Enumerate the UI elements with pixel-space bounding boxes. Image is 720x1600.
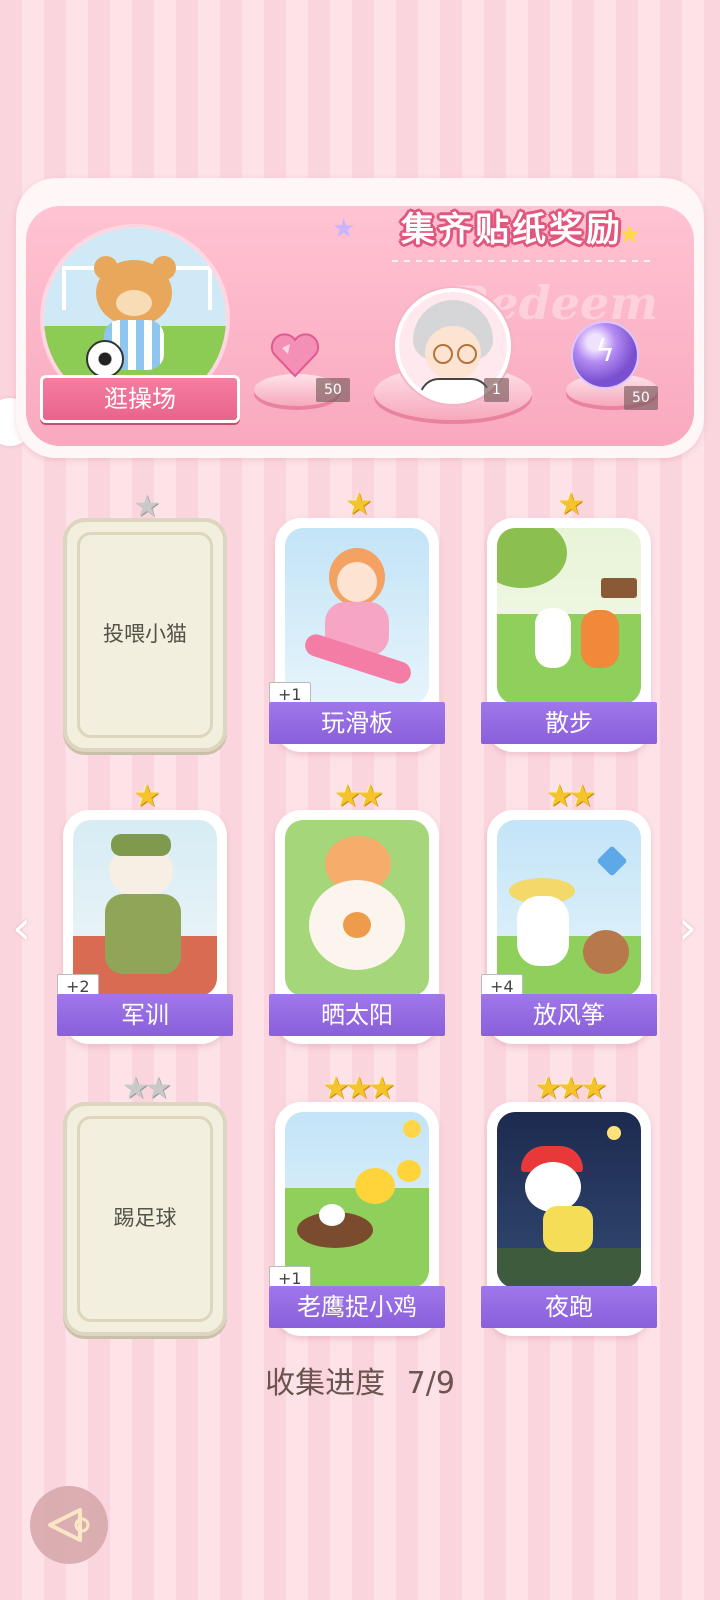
- reward-quantity: 50: [316, 378, 350, 402]
- star-icon: ★★: [546, 779, 596, 814]
- pink-heart-gem-icon[interactable]: [270, 332, 320, 378]
- back-arrow-icon: [48, 1508, 90, 1542]
- sticker-card-locked[interactable]: ★★ 踢足球: [63, 1072, 227, 1336]
- card-art-walk: [497, 528, 641, 704]
- sticker-card-locked[interactable]: ★ 投喂小猫: [63, 490, 227, 752]
- card-art-kite: [497, 820, 641, 996]
- card-title: 玩滑板: [269, 702, 445, 744]
- star-rating: ★: [275, 488, 439, 522]
- collection-progress: 收集进度 7/9: [0, 1358, 720, 1402]
- reward-quantity: 50: [624, 386, 658, 410]
- progress-value: 7/9: [406, 1366, 455, 1401]
- card-art-night-run: [497, 1112, 641, 1288]
- prev-page-arrow-icon[interactable]: ‹: [12, 900, 31, 956]
- star-icon: ★★: [122, 1071, 172, 1106]
- star-icon: ★★★: [534, 1071, 608, 1106]
- card-title: 放风筝: [481, 994, 657, 1036]
- sticker-card[interactable]: ★ 散步: [481, 488, 657, 752]
- star-rating: ★★: [275, 780, 439, 814]
- sticker-card[interactable]: ★★ +4 放风筝: [481, 780, 657, 1044]
- sparkle-star-icon: ★: [332, 214, 356, 244]
- card-art-skateboard: [285, 528, 429, 704]
- star-icon: ★: [557, 487, 585, 522]
- card-title: 散步: [481, 702, 657, 744]
- dashed-divider: [392, 260, 652, 262]
- star-icon: ★★★: [322, 1071, 396, 1106]
- progress-label: 收集进度: [265, 1366, 386, 1401]
- card-title: 夜跑: [481, 1286, 657, 1328]
- card-title: 晒太阳: [269, 994, 445, 1036]
- purple-energy-orb-icon[interactable]: ϟ: [573, 323, 637, 387]
- star-rating: ★: [63, 780, 227, 814]
- star-rating: ★★★: [275, 1072, 439, 1106]
- star-icon: ★★: [334, 779, 384, 814]
- star-icon: ★: [345, 487, 373, 522]
- next-page-arrow-icon[interactable]: ›: [678, 900, 697, 956]
- soccer-ball-icon: [86, 340, 124, 378]
- sticker-card[interactable]: ★ +2 军训: [57, 780, 233, 1044]
- star-rating: ★: [487, 488, 651, 522]
- sticker-card[interactable]: ★★★ 夜跑: [481, 1072, 657, 1336]
- card-art-sunbathing: [285, 820, 429, 996]
- back-button[interactable]: [30, 1486, 108, 1564]
- sticker-card[interactable]: ★★ 晒太阳: [269, 780, 445, 1044]
- sticker-card[interactable]: ★★★ +1 老鹰捉小鸡: [269, 1072, 445, 1336]
- scene-label: 逛操场: [40, 375, 240, 423]
- lightning-icon: ϟ: [595, 334, 615, 369]
- reward-quantity: 1: [484, 378, 509, 402]
- sticker-card[interactable]: ★ +1 玩滑板: [269, 488, 445, 752]
- card-title: 老鹰捉小鸡: [269, 1286, 445, 1328]
- star-rating: ★★★: [487, 1072, 651, 1106]
- star-icon: ★: [133, 779, 161, 814]
- star-rating: ★★: [487, 780, 651, 814]
- card-art-eagle-chicks: [285, 1112, 429, 1288]
- banner-title: 集齐贴纸奖励: [401, 210, 623, 250]
- star-rating: ★★: [63, 1072, 227, 1106]
- card-title: 军训: [57, 994, 233, 1036]
- card-title: 踢足球: [113, 1206, 177, 1230]
- card-title: 投喂小猫: [103, 622, 187, 646]
- card-art-military-training: [73, 820, 217, 996]
